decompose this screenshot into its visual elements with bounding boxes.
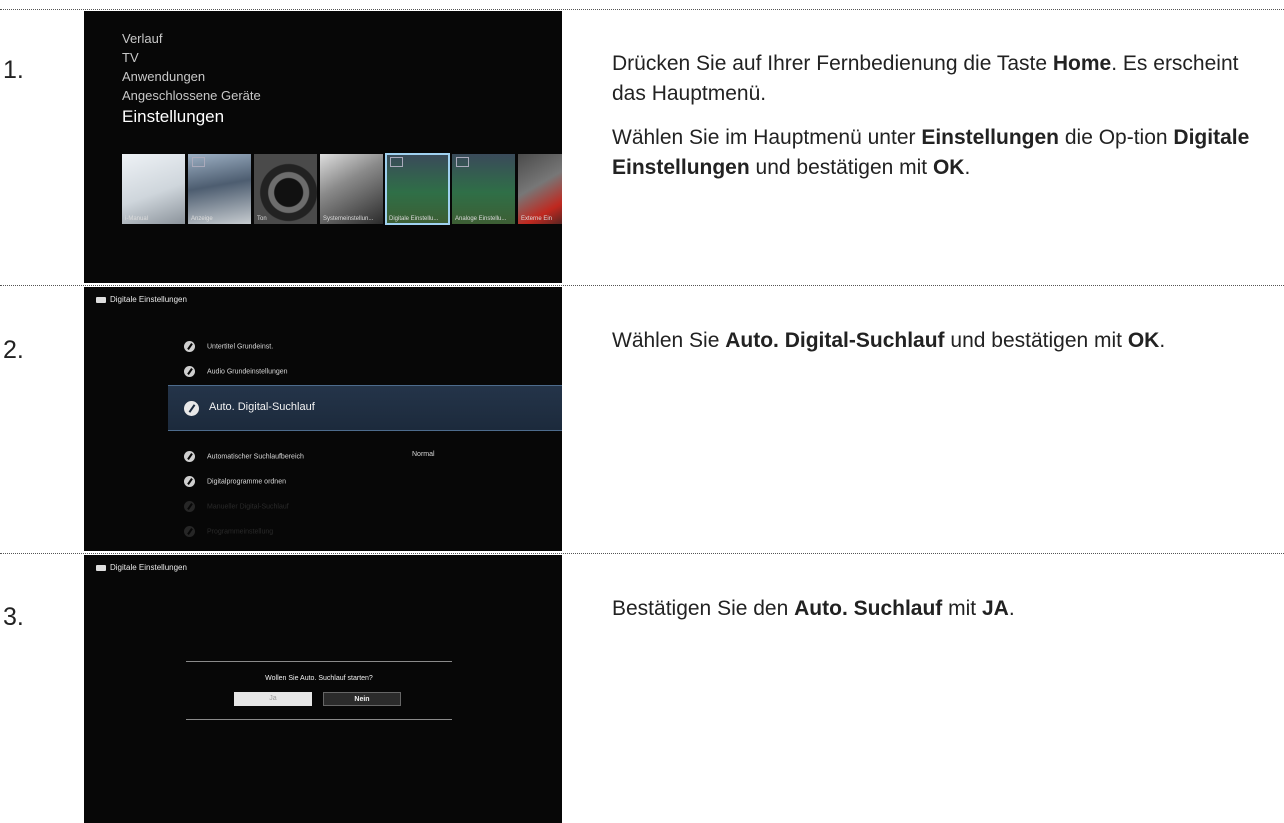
no-button[interactable]: Nein — [323, 692, 401, 706]
text: . — [1159, 329, 1166, 352]
settings-tiles: i-Manual Anzeige Ton Systemeinstellun...… — [122, 153, 562, 225]
tile-externe-eingaenge: Externe Ein — [518, 154, 562, 224]
text: und bestätigen mit — [944, 329, 1128, 352]
term-auto-suchlauf: Auto. Suchlauf — [794, 597, 943, 620]
dialog-top-line — [186, 661, 452, 662]
row-label: Programmeinstellung — [207, 528, 274, 536]
menu-row: Manueller Digital-Suchlauf — [184, 501, 289, 512]
key-ja: JA — [981, 597, 1009, 620]
text: Drücken Sie auf Ihrer Fernbedienung die … — [612, 52, 1053, 75]
yes-button[interactable]: Ja — [234, 692, 312, 706]
wrench-icon — [184, 476, 195, 487]
step-3-instructions: Bestätigen Sie den Auto. Suchlauf mit JA… — [612, 594, 1277, 638]
separator-1 — [0, 285, 1284, 286]
row-label: Auto. Digital-Suchlauf — [209, 401, 315, 413]
tile-label: Anzeige — [191, 216, 213, 222]
menu-item-einstellungen: Einstellungen — [122, 107, 225, 126]
highlighted-row: Auto. Digital-Suchlauf — [168, 385, 562, 431]
menu-row: Untertitel Grundeinst. — [184, 341, 273, 352]
screen-title: Digitale Einstellungen — [110, 295, 187, 304]
tile-analoge-einstellungen: Analoge Einstellu... — [452, 154, 515, 224]
screen-header: Digitale Einstellungen — [96, 295, 187, 304]
instruction-paragraph: Wählen Sie im Hauptmenü unter Einstellun… — [612, 123, 1277, 183]
separator-2 — [0, 553, 1284, 554]
menu-row: Automatischer Suchlaufbereich Normal — [184, 451, 435, 462]
text: Wählen Sie — [612, 329, 726, 352]
text: . — [1008, 597, 1015, 620]
tile-i-manual: i-Manual — [122, 154, 185, 224]
key-ok: OK — [932, 156, 965, 179]
tile-label: Analoge Einstellu... — [455, 216, 507, 222]
term-einstellungen: Einstellungen — [921, 126, 1060, 149]
dialog-bottom-line — [186, 719, 452, 720]
tile-label: Systemeinstellun... — [323, 216, 374, 222]
wrench-icon — [184, 451, 195, 462]
tile-label: Externe Ein — [521, 216, 553, 222]
key-home: Home — [1052, 52, 1112, 75]
screen-header: Digitale Einstellungen — [96, 563, 187, 572]
row-label: Untertitel Grundeinst. — [207, 343, 274, 351]
toolbox-icon — [96, 564, 106, 571]
separator-top — [0, 9, 1284, 10]
tile-digitale-einstellungen: Digitale Einstellu... — [385, 153, 450, 225]
menu-item-tv: TV — [122, 50, 139, 65]
menu-row: Digitalprogramme ordnen — [184, 476, 286, 487]
menu-row: Audio Grundeinstellungen — [184, 366, 288, 377]
toolbox-icon — [96, 296, 106, 303]
key-ok: OK — [1127, 329, 1160, 352]
antenna-icon — [390, 157, 403, 167]
row-value: Normal — [412, 451, 435, 458]
instruction-paragraph: Bestätigen Sie den Auto. Suchlauf mit JA… — [612, 594, 1277, 624]
wrench-icon — [184, 401, 199, 416]
wrench-icon — [184, 501, 195, 512]
screen-title: Digitale Einstellungen — [110, 563, 187, 572]
tile-systemeinstellungen: Systemeinstellun... — [320, 154, 383, 224]
step-number: 1. — [3, 56, 24, 84]
step-number: 2. — [3, 336, 24, 364]
text: Wählen Sie im Hauptmenü unter — [612, 126, 922, 149]
digital-settings-screenshot: Digitale Einstellungen Untertitel Grunde… — [84, 287, 562, 551]
display-icon — [192, 157, 205, 167]
step-number: 3. — [3, 603, 24, 631]
row-label: Audio Grundeinstellungen — [207, 368, 288, 376]
row-label: Manueller Digital-Suchlauf — [207, 503, 289, 511]
menu-item-anwendungen: Anwendungen — [122, 69, 206, 84]
row-label: Digitalprogramme ordnen — [207, 478, 286, 486]
tile-label: Digitale Einstellu... — [389, 216, 439, 222]
wrench-icon — [184, 526, 195, 537]
tile-ton: Ton — [254, 154, 317, 224]
row-label: Automatischer Suchlaufbereich — [207, 453, 304, 461]
tv-home-screenshot: Verlauf TV Anwendungen Angeschlossene Ge… — [84, 11, 562, 283]
antenna-icon — [456, 157, 469, 167]
menu-item-verlauf: Verlauf — [122, 31, 163, 46]
confirm-dialog-screenshot: Digitale Einstellungen Wollen Sie Auto. … — [84, 555, 562, 823]
term-auto-digital-suchlauf: Auto. Digital-Suchlauf — [725, 329, 945, 352]
wrench-icon — [184, 366, 195, 377]
text: mit — [942, 597, 982, 620]
tile-label: Ton — [257, 216, 267, 222]
step-1-instructions: Drücken Sie auf Ihrer Fernbedienung die … — [612, 49, 1277, 197]
text: . — [964, 156, 971, 179]
dialog-question: Wollen Sie Auto. Suchlauf starten? — [265, 675, 373, 682]
instruction-paragraph: Drücken Sie auf Ihrer Fernbedienung die … — [612, 49, 1277, 109]
text: Bestätigen Sie den — [612, 597, 795, 620]
tile-label: i-Manual — [125, 216, 149, 222]
home-menu: Verlauf TV Anwendungen Angeschlossene Ge… — [122, 29, 261, 128]
text: und bestätigen mit — [749, 156, 933, 179]
tile-anzeige: Anzeige — [188, 154, 251, 224]
text: die Op-tion — [1059, 126, 1174, 149]
instruction-paragraph: Wählen Sie Auto. Digital-Suchlauf und be… — [612, 326, 1277, 356]
step-2-instructions: Wählen Sie Auto. Digital-Suchlauf und be… — [612, 326, 1277, 370]
wrench-icon — [184, 341, 195, 352]
menu-row: Programmeinstellung — [184, 526, 273, 537]
menu-item-geraete: Angeschlossene Geräte — [122, 88, 261, 103]
